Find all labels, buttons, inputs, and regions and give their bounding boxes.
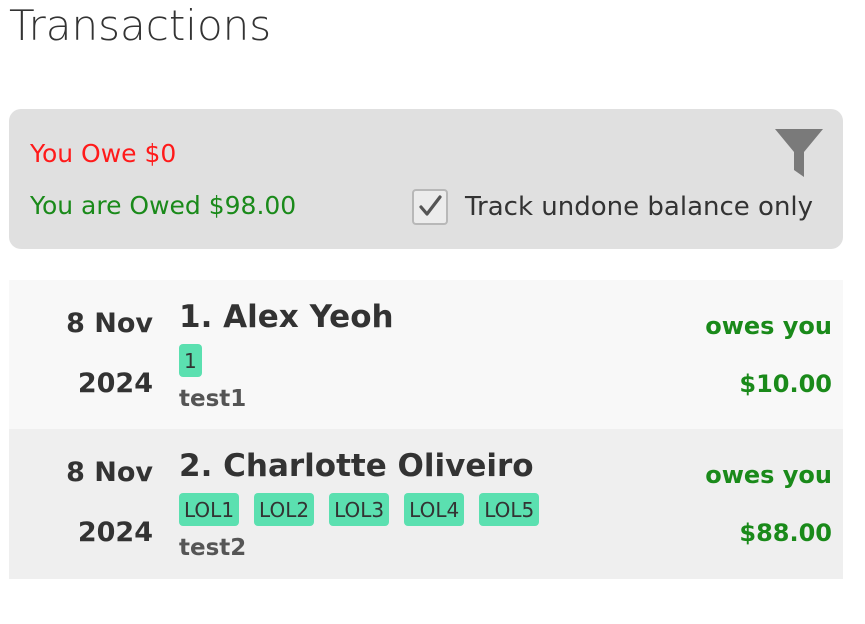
tag-badge: LOL3	[329, 493, 390, 526]
transaction-date-day: 8 Nov	[66, 457, 153, 488]
track-undone-checkbox[interactable]	[412, 189, 448, 225]
tag-badge: LOL2	[254, 493, 315, 526]
transaction-date-year: 2024	[77, 517, 153, 548]
transaction-person-name: 2. Charlotte Oliveiro	[179, 448, 534, 484]
transaction-description: test2	[179, 535, 247, 561]
tag-badge: 1	[179, 344, 202, 377]
transaction-date-year: 2024	[77, 368, 153, 399]
you-are-owed-text: You are Owed $98.00	[30, 191, 297, 220]
track-undone-label: Track undone balance only	[465, 192, 814, 222]
transaction-status: owes you	[705, 312, 832, 340]
tag-badge: LOL4	[404, 493, 465, 526]
transaction-status: owes you	[705, 461, 832, 489]
transaction-amount: $10.00	[739, 370, 832, 398]
you-owe-text: You Owe $0	[30, 139, 177, 168]
transaction-amount: $88.00	[739, 519, 832, 547]
transaction-tags: 1	[179, 344, 217, 377]
transactions-page: Transactions You Owe $0 You are Owed $98…	[0, 0, 865, 624]
transaction-row[interactable]: 8 Nov 2024 2. Charlotte Oliveiro LOL1 LO…	[9, 429, 843, 579]
page-title: Transactions	[9, 1, 272, 50]
track-undone-toggle[interactable]: Track undone balance only	[412, 189, 813, 225]
transaction-row[interactable]: 8 Nov 2024 1. Alex Yeoh 1 test1 owes you…	[9, 280, 843, 430]
balance-summary-panel: You Owe $0 You are Owed $98.00 Track und…	[9, 109, 843, 249]
tag-badge: LOL1	[179, 493, 240, 526]
filter-funnel-icon[interactable]	[775, 129, 823, 177]
transaction-description: test1	[179, 386, 247, 412]
transaction-date-day: 8 Nov	[66, 308, 153, 339]
transaction-tags: LOL1 LOL2 LOL3 LOL4 LOL5	[179, 493, 554, 526]
tag-badge: LOL5	[479, 493, 540, 526]
transaction-person-name: 1. Alex Yeoh	[179, 299, 394, 335]
